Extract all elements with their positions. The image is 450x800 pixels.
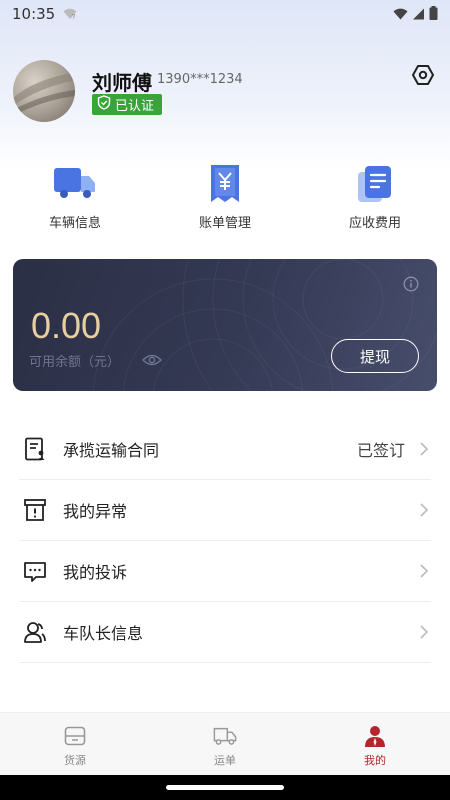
menu-item-my-complaints[interactable]: 我的投诉: [19, 541, 431, 602]
menu-label-my-exceptions: 我的异常: [63, 502, 128, 521]
status-time: 10:35: [12, 5, 56, 23]
balance-label: 可用余额（元）: [29, 355, 121, 370]
user-phone: 1390***1234: [157, 72, 243, 87]
bill-icon: [202, 162, 248, 206]
shield-check-icon: [97, 95, 111, 114]
avatar[interactable]: [13, 60, 75, 122]
truck-icon: [52, 162, 98, 206]
tab-label-waybill: 运单: [214, 754, 236, 767]
chevron-right-icon: [419, 563, 429, 579]
contract-status: 已签订: [356, 441, 405, 460]
tab-label-mine: 我的: [364, 754, 386, 767]
user-name: 刘师傅: [92, 71, 152, 95]
menu-item-my-exceptions[interactable]: 我的异常: [19, 480, 431, 541]
chevron-right-icon: [419, 624, 429, 640]
settings-button[interactable]: [410, 64, 436, 90]
quick-label-vehicle-info: 车辆信息: [48, 216, 101, 231]
menu-label-team-leader-info: 车队长信息: [63, 624, 144, 643]
balance-card: 0.00 可用余额（元） 提现: [13, 259, 437, 391]
status-bar: 10:35 ?: [0, 0, 450, 28]
tab-waybill[interactable]: 运单: [150, 713, 300, 775]
menu-label-transport-contract: 承揽运输合同: [63, 441, 160, 460]
verified-label: 已认证: [115, 99, 155, 114]
menu-item-transport-contract[interactable]: 承揽运输合同 已签订: [19, 419, 431, 480]
balance-amount: 0.00: [31, 305, 102, 346]
battery-icon: [429, 5, 438, 24]
withdraw-button[interactable]: 提现: [331, 339, 419, 373]
signal-icon: [412, 5, 425, 24]
profile-icon: [363, 725, 387, 747]
quick-item-receivable-fees[interactable]: 应收费用: [300, 162, 450, 242]
wifi-question-icon: ?: [63, 5, 77, 24]
chevron-right-icon: [419, 441, 429, 457]
verified-badge: 已认证: [92, 94, 163, 115]
svg-text:?: ?: [72, 14, 76, 20]
system-nav-bar: [0, 775, 450, 800]
cargo-icon: [63, 725, 87, 747]
wifi-icon: [393, 5, 408, 24]
eye-icon[interactable]: [142, 352, 162, 366]
receivable-document-icon: [352, 162, 398, 206]
tab-bar: 货源 运单 我的: [0, 712, 450, 775]
quick-label-bill-management: 账单管理: [198, 216, 251, 231]
quick-item-bill-management[interactable]: 账单管理: [150, 162, 300, 242]
quick-menu: 车辆信息 账单管理 应收费用: [0, 162, 450, 242]
menu-list: 承揽运输合同 已签订 我的异常 我的投诉 车队长信息: [19, 419, 431, 663]
tab-label-cargo: 货源: [64, 754, 86, 767]
exception-box-icon: [22, 497, 48, 523]
home-indicator[interactable]: [166, 785, 284, 790]
quick-item-vehicle-info[interactable]: 车辆信息: [0, 162, 150, 242]
contract-icon: [22, 436, 48, 462]
tab-mine[interactable]: 我的: [300, 713, 450, 775]
chevron-right-icon: [419, 502, 429, 518]
menu-label-my-complaints: 我的投诉: [63, 563, 128, 582]
info-icon[interactable]: [403, 276, 419, 292]
menu-item-team-leader-info[interactable]: 车队长信息: [19, 602, 431, 663]
quick-label-receivable-fees: 应收费用: [348, 216, 401, 231]
tab-cargo[interactable]: 货源: [0, 713, 150, 775]
complaint-message-icon: [22, 558, 48, 584]
waybill-truck-icon: [213, 725, 237, 747]
settings-hexagon-icon: [411, 63, 435, 91]
team-leader-icon: [22, 619, 48, 645]
